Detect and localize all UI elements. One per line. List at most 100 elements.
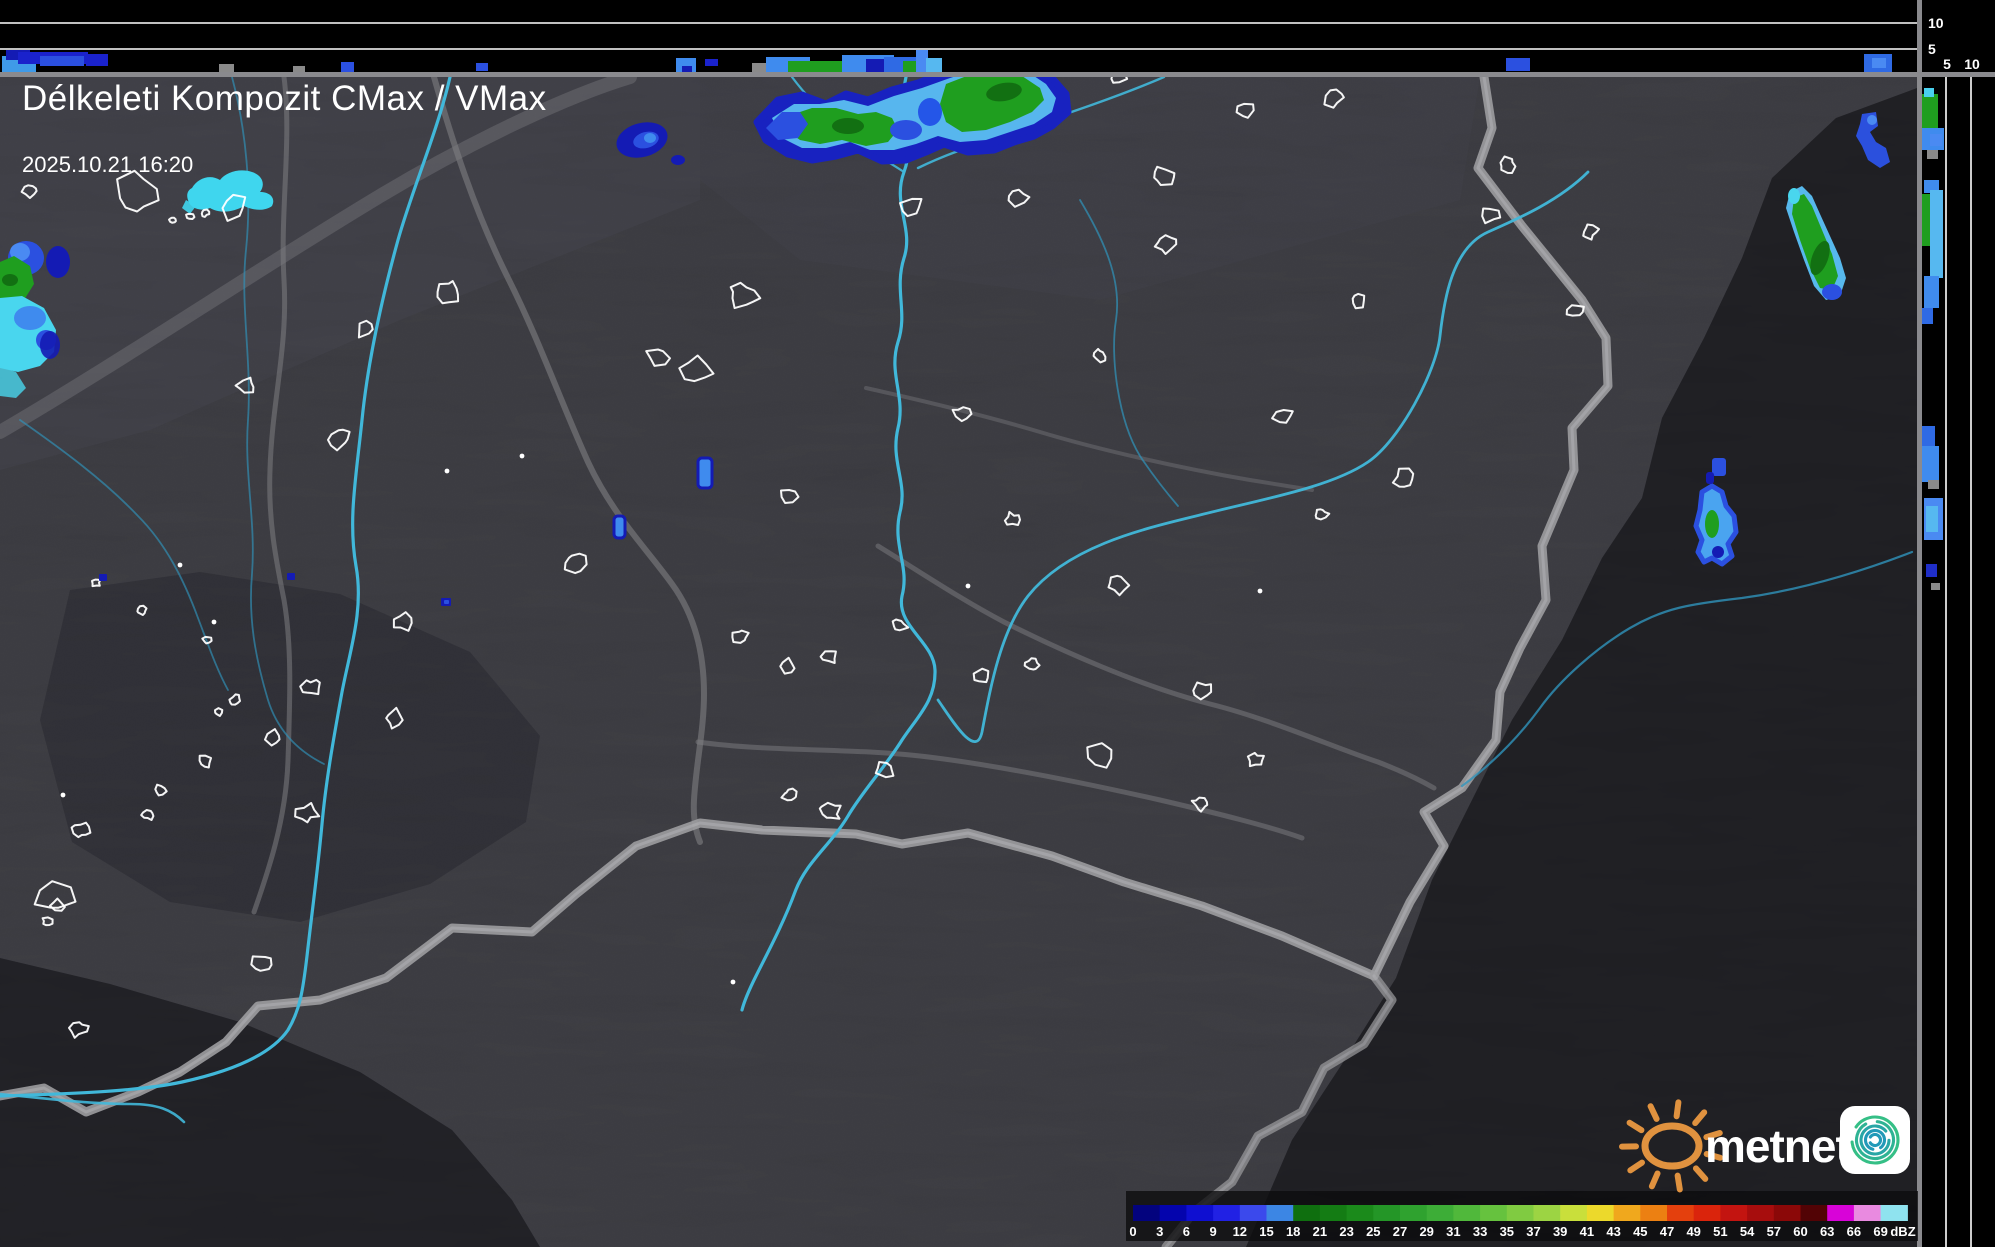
legend-tick: 45 <box>1633 1224 1647 1239</box>
legend-swatch <box>1186 1205 1214 1221</box>
radar-echo <box>644 133 656 143</box>
radar-echo <box>1705 510 1719 538</box>
legend-tick: 18 <box>1286 1224 1300 1239</box>
radar-map: 1055 10 0 3 6 9 12 15 18 21 23 25 27 29 31 33 35 37 39 41 4… <box>0 0 1995 1247</box>
legend-swatch <box>1720 1205 1748 1221</box>
right-profile-echo <box>1926 564 1937 577</box>
legend-tick: 33 <box>1473 1224 1487 1239</box>
radar-echo <box>671 155 685 165</box>
legend-swatch <box>1426 1205 1454 1221</box>
right-profile-axis-label: 10 <box>1964 56 1980 72</box>
legend-tick: 15 <box>1259 1224 1273 1239</box>
radar-echo <box>1788 188 1800 204</box>
legend-swatches <box>1133 1205 1908 1221</box>
top-profile-echo <box>1506 58 1530 71</box>
radar-echo <box>1706 472 1714 484</box>
top-profile-echo <box>705 59 718 66</box>
legend-tick: 35 <box>1500 1224 1514 1239</box>
radar-echo <box>99 574 107 581</box>
legend-tick: 21 <box>1313 1224 1327 1239</box>
legend-tick: 57 <box>1767 1224 1781 1239</box>
right-profile-echo <box>1922 194 1931 246</box>
legend-tick: 25 <box>1366 1224 1380 1239</box>
legend-swatch <box>1773 1205 1802 1221</box>
legend-tick: 69 <box>1873 1224 1887 1239</box>
legend-swatch <box>1880 1205 1908 1221</box>
radar-echo <box>890 120 922 140</box>
legend-swatch <box>1586 1205 1615 1221</box>
legend-tick: 37 <box>1526 1224 1540 1239</box>
metnet-app-icon <box>1840 1106 1910 1174</box>
radar-echo <box>696 456 714 490</box>
settlement-dot <box>519 453 525 459</box>
legend-tick: 51 <box>1713 1224 1727 1239</box>
legend-swatch <box>1480 1205 1508 1221</box>
settlement-dot <box>444 468 450 474</box>
legend-swatch <box>1747 1205 1775 1221</box>
legend-swatch <box>1293 1205 1321 1221</box>
legend-swatch <box>1640 1205 1668 1221</box>
right-profile-strip <box>1922 0 1995 1247</box>
legend-tick: 43 <box>1606 1224 1620 1239</box>
legend-swatch <box>1453 1205 1481 1221</box>
legend-tick: 47 <box>1660 1224 1674 1239</box>
settlement-dot <box>965 583 971 589</box>
legend-tick: 9 <box>1209 1224 1216 1239</box>
legend-swatch <box>1800 1205 1828 1221</box>
radar-echo <box>1712 458 1726 476</box>
legend-swatch <box>1827 1205 1855 1221</box>
legend-tick: 23 <box>1339 1224 1353 1239</box>
legend-tick: 41 <box>1580 1224 1594 1239</box>
legend-swatch <box>1319 1205 1348 1221</box>
legend-swatch <box>1613 1205 1641 1221</box>
right-profile-axis-label: 5 <box>1943 56 1951 72</box>
legend-tick: 27 <box>1393 1224 1407 1239</box>
legend-tick: 39 <box>1553 1224 1567 1239</box>
legend-tick: 49 <box>1686 1224 1700 1239</box>
legend-swatch <box>1213 1205 1241 1221</box>
top-profile-echo <box>926 58 942 72</box>
right-profile-echo <box>1928 480 1939 489</box>
radar-echo <box>287 573 295 580</box>
radar-echo <box>1867 115 1877 125</box>
legend-swatch <box>1667 1205 1695 1221</box>
settlement-dot <box>730 979 736 985</box>
legend-swatch <box>1159 1205 1187 1221</box>
right-profile-echo <box>1922 446 1939 482</box>
radar-echo <box>1712 546 1724 558</box>
legend-unit-label: dBZ <box>1890 1224 1915 1239</box>
radar-echo <box>444 600 449 604</box>
top-profile-echo <box>219 64 234 72</box>
settlement-dot <box>60 792 66 798</box>
legend-swatch <box>1506 1205 1535 1221</box>
top-profile-axis-label: 5 <box>1928 41 1936 57</box>
dbz-legend: 0 3 6 9 12 15 18 21 23 25 27 29 31 33 35 37 39 41 43 45 47 49… <box>1126 1191 1918 1241</box>
legend-swatch <box>1853 1205 1882 1221</box>
settlement-dot <box>177 562 183 568</box>
radar-echo <box>2 274 18 286</box>
radar-echo <box>832 118 864 134</box>
legend-tick: 60 <box>1793 1224 1807 1239</box>
legend-tick: 6 <box>1183 1224 1190 1239</box>
top-profile-axis-label: 10 <box>1928 15 1944 31</box>
legend-swatch <box>1346 1205 1374 1221</box>
legend-tick-labels: 0 3 6 9 12 15 18 21 23 25 27 29 31 33 35 37 39 41 43 45 47 49… <box>1129 1224 1887 1239</box>
right-profile-echo <box>1922 308 1933 324</box>
legend-tick: 54 <box>1740 1224 1755 1239</box>
top-profile-echo <box>293 66 305 72</box>
top-profile-echo <box>476 63 488 71</box>
radar-screenshot: 10 5 5 10 0 3 6 9 12 15 18 21 23 25 27 29 31 33 35 37 39 41 4… <box>0 0 1995 1247</box>
legend-tick: 63 <box>1820 1224 1834 1239</box>
right-profile-echo <box>1924 88 1934 97</box>
legend-tick: 3 <box>1156 1224 1163 1239</box>
legend-swatch <box>1560 1205 1588 1221</box>
right-profile-echo <box>1922 426 1935 448</box>
top-profile-echo <box>341 62 354 72</box>
legend-tick: 31 <box>1446 1224 1460 1239</box>
page-title: Délkeleti Kompozit CMax / VMax <box>22 79 547 118</box>
legend-swatch <box>1693 1205 1721 1221</box>
right-profile-echo <box>1926 506 1938 532</box>
top-profile-echo <box>86 54 108 66</box>
legend-tick: 0 <box>1129 1224 1136 1239</box>
radar-echo <box>612 514 627 540</box>
